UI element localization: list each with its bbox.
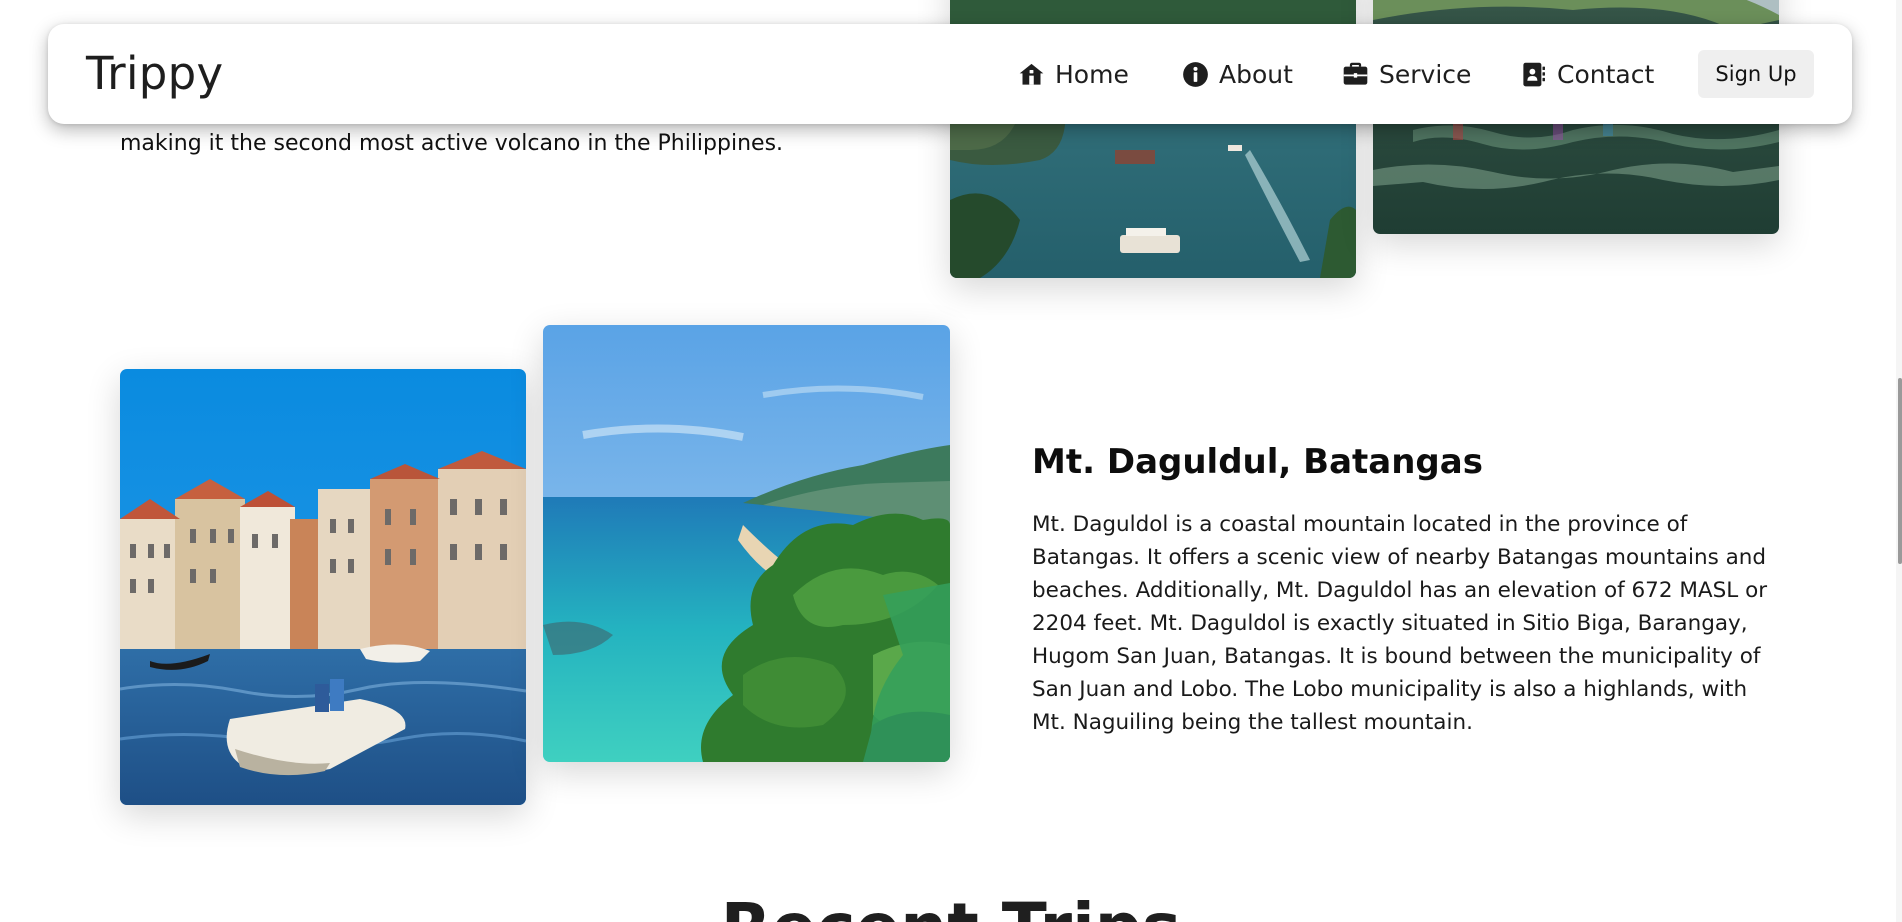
address-book-icon xyxy=(1523,62,1545,86)
sign-up-button[interactable]: Sign Up xyxy=(1698,50,1814,98)
nav-link-service[interactable]: Service xyxy=(1342,56,1471,92)
nav-link-home[interactable]: Home xyxy=(1018,56,1129,92)
destination-title: Mt. Daguldul, Batangas xyxy=(1032,442,1483,482)
info-circle-icon xyxy=(1183,61,1208,87)
nav-label-contact: Contact xyxy=(1557,59,1655,89)
briefcase-icon xyxy=(1343,62,1368,85)
nav-link-contact[interactable]: Contact xyxy=(1520,56,1654,92)
nav-label-service: Service xyxy=(1379,59,1472,89)
previous-destination-text: making it the second most active volcano… xyxy=(120,131,784,156)
destination-image-venice xyxy=(120,369,526,805)
nav-link-about[interactable]: About xyxy=(1182,56,1293,92)
nav-label-home: Home xyxy=(1055,59,1129,89)
destination-description: Mt. Daguldol is a coastal mountain locat… xyxy=(1032,512,1768,735)
nav-label-about: About xyxy=(1219,59,1293,89)
brand-logo[interactable]: Trippy xyxy=(86,46,223,102)
recent-trips-heading: Recent Trips xyxy=(0,888,1902,922)
scrollbar-thumb[interactable] xyxy=(1898,378,1902,564)
page: making it the second most active volcano… xyxy=(0,0,1902,922)
house-icon xyxy=(1019,63,1044,85)
navbar: Trippy Home About Service Contact Sign U… xyxy=(48,24,1852,124)
destination-image-beach xyxy=(543,325,950,762)
